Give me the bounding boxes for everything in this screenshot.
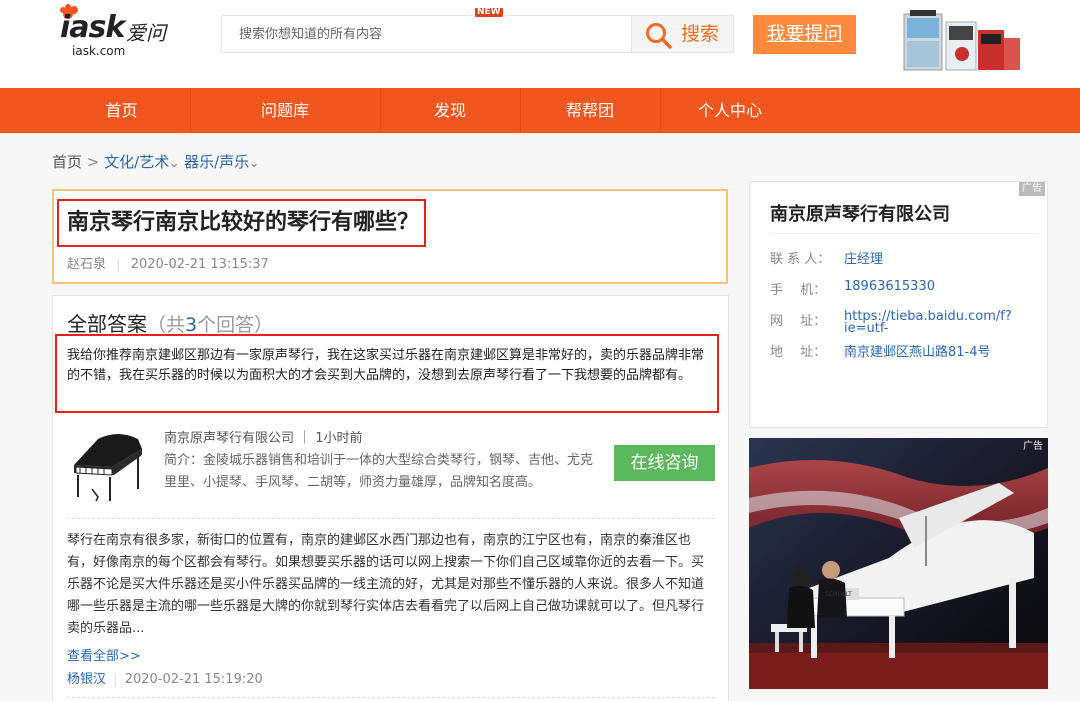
contact-value: 庄经理 <box>844 252 884 267</box>
website-row: 网 址： <box>770 310 832 329</box>
company-name-line[interactable]: 南京原声琴行有限公司 ｜ 1小时前 <box>164 427 363 446</box>
appliance-ad-icon <box>903 10 1020 71</box>
card-divider <box>770 233 1038 234</box>
question-meta: 赵石泉 | 2020-02-21 13:15:37 <box>67 253 269 272</box>
question-datetime: 2020-02-21 13:15:37 <box>130 257 269 272</box>
search-button[interactable]: 搜索 <box>631 15 734 53</box>
answers-count-prefix: （共 <box>147 314 186 336</box>
answer-author[interactable]: 杨银汉 <box>67 672 106 687</box>
search-button-label: 搜索 <box>681 23 720 45</box>
ask-question-button[interactable]: 我要提问 <box>753 15 856 54</box>
piano-concert-ad-image[interactable]: SCHOLLT 广告 <box>749 438 1048 689</box>
address-row: 地 址： 南京建邺区燕山路81-4号 <box>770 341 991 360</box>
answer-divider <box>67 518 715 519</box>
answer-divider <box>67 697 715 698</box>
meta-divider: | <box>116 257 121 272</box>
address-value: 南京建邺区燕山路81-4号 <box>844 345 991 360</box>
ad-label: 广告 <box>1023 441 1043 452</box>
online-consult-button[interactable]: 在线咨询 <box>614 445 715 481</box>
phone-value[interactable]: 18963615330 <box>844 279 935 294</box>
breadcrumb-subcategory[interactable]: 器乐/声乐 <box>184 153 249 171</box>
view-all-link[interactable]: 查看全部>> <box>67 645 141 664</box>
answers-count: 3 <box>185 314 198 336</box>
company-card-title[interactable]: 南京原声琴行有限公司 <box>770 200 950 226</box>
contact-row: 联 系 人： 庄经理 <box>770 248 883 267</box>
contact-label: 联 系 人： <box>770 252 831 267</box>
chevron-down-icon[interactable]: ⌄ <box>169 156 179 170</box>
answers-count-suffix: 个回答） <box>197 314 274 336</box>
question-title: 南京琴行南京比较好的琴行有哪些？ <box>57 199 426 247</box>
main-nav: 首页 问题库 发现 帮帮团 个人中心 <box>0 88 1080 133</box>
phone-row: 手 机： 18963615330 <box>770 279 935 298</box>
search-input[interactable]: 搜索你想知道的所有内容 <box>221 15 631 53</box>
answer-meta: 杨银汉 | 2020-02-21 15:19:20 <box>67 668 263 687</box>
answer-text-first: 我给你推荐南京建邺区那边有一家原声琴行，我在这家买过乐器在南京建邺区算是非常好的… <box>55 334 719 413</box>
breadcrumb: 首页 > 文化/艺术⌄ 器乐/声乐⌄ <box>52 151 259 172</box>
nav-item-help-group[interactable]: 帮帮团 <box>520 88 660 133</box>
piano-brand-text: SCHOLLT <box>825 591 852 598</box>
logo-cn-text: 爱问 <box>126 21 166 45</box>
ad-label: 广告 <box>1019 182 1045 196</box>
phone-label: 手 机： <box>770 283 827 298</box>
nav-item-discover[interactable]: 发现 <box>380 88 520 133</box>
website-label: 网 址： <box>770 314 827 329</box>
answers-heading: 全部答案（共3个回答） <box>67 308 273 337</box>
logo-text: iask <box>60 10 125 45</box>
site-header: iask 爱问 iask.com 搜索你想知道的所有内容 搜索 我要提问 <box>0 0 1080 88</box>
site-logo[interactable]: iask 爱问 iask.com <box>60 2 190 62</box>
chevron-down-icon[interactable]: ⌄ <box>249 156 259 170</box>
answer-datetime: 2020-02-21 15:19:20 <box>124 672 263 687</box>
grand-piano-icon <box>74 434 142 502</box>
breadcrumb-home[interactable]: 首页 <box>52 153 82 171</box>
breadcrumb-separator: > <box>86 153 100 171</box>
meta-divider: | <box>113 672 118 687</box>
concert-photo-icon: SCHOLLT <box>749 438 1048 689</box>
new-badge-label: NEW <box>477 7 501 17</box>
company-intro: 简介：金陵城乐器销售和培训于一体的大型综合类琴行，钢琴、吉他、尤克里里、小提琴、… <box>164 453 594 490</box>
company-logo[interactable] <box>68 431 146 505</box>
logo-domain: iask.com <box>72 44 126 58</box>
search-icon <box>646 23 672 49</box>
breadcrumb-category[interactable]: 文化/艺术 <box>104 153 169 171</box>
address-label: 地 址： <box>770 345 827 360</box>
product-ad-image[interactable] <box>896 8 1026 74</box>
nav-item-user-center[interactable]: 个人中心 <box>660 88 800 133</box>
answers-heading-label: 全部答案 <box>67 312 147 336</box>
nav-item-question-bank[interactable]: 问题库 <box>190 88 380 133</box>
answer-text-second: 琴行在南京有很多家，新街口的位置有，南京的建邺区水西门那边也有，南京的江宁区也有… <box>67 533 705 636</box>
website-value[interactable]: https://tieba.baidu.com/f?ie=utf- <box>844 310 1014 335</box>
question-author[interactable]: 赵石泉 <box>67 257 106 272</box>
